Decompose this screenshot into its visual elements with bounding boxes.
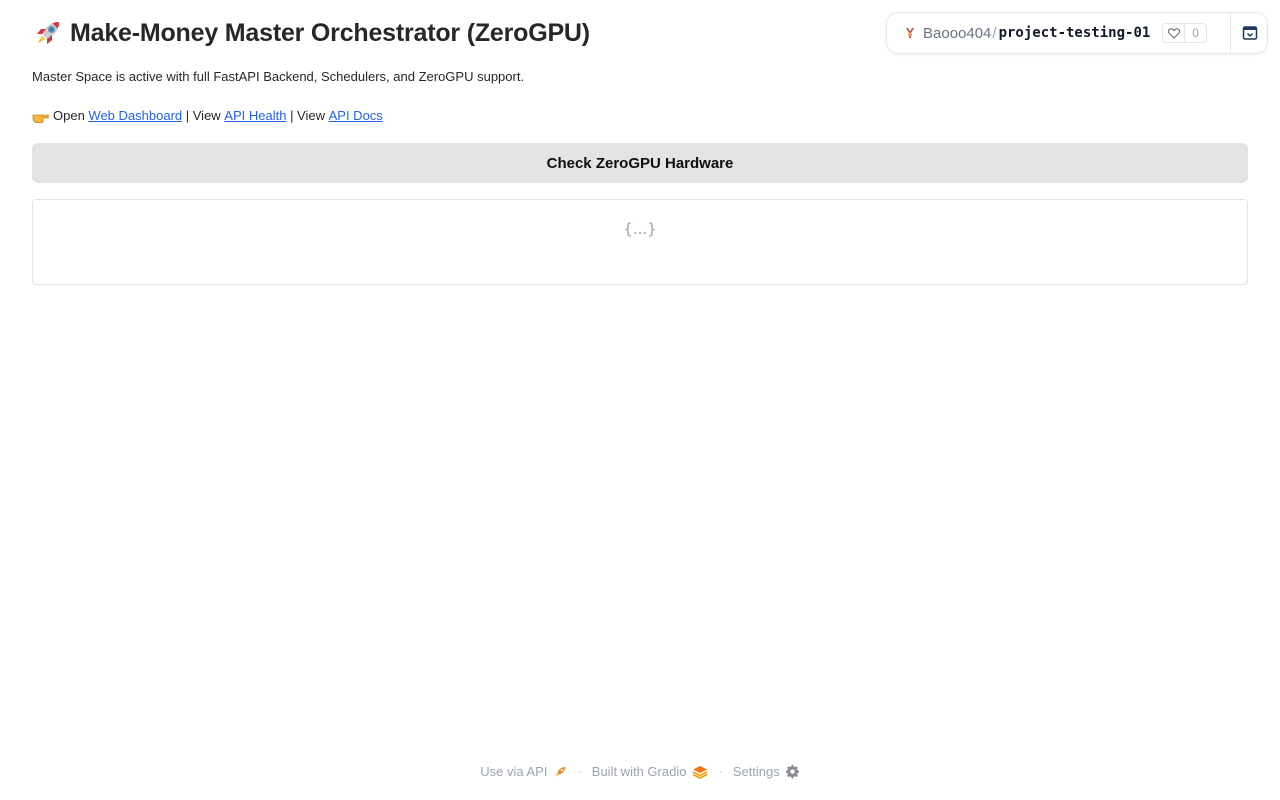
- web-dashboard-link[interactable]: Web Dashboard: [88, 107, 182, 125]
- footer-separator: ·: [718, 764, 723, 779]
- links-line: Open Web Dashboard | View API Health | V…: [32, 107, 383, 125]
- separator-text: | View: [182, 108, 225, 123]
- page-title-text: Make-Money Master Orchestrator (ZeroGPU): [70, 19, 590, 47]
- open-text: Open: [53, 108, 89, 123]
- collapse-icon: [1242, 26, 1257, 40]
- space-repo-link[interactable]: project-testing-01: [999, 25, 1151, 41]
- footer-separator: ·: [577, 764, 582, 779]
- settings-link[interactable]: Settings: [733, 764, 800, 779]
- rocket-small-icon: [555, 766, 566, 776]
- api-docs-link[interactable]: API Docs: [329, 107, 383, 125]
- description-text: Master Space is active with full FastAPI…: [32, 69, 525, 84]
- like-count: 0: [1192, 26, 1199, 40]
- heart-icon: [1163, 24, 1186, 42]
- check-zerogpu-button[interactable]: Check ZeroGPU Hardware: [32, 143, 1248, 183]
- page-title: Make-Money Master Orchestrator (ZeroGPU): [32, 16, 590, 50]
- footer: Use via API · Built with Gradio · Settin…: [0, 764, 1280, 779]
- space-owner-link[interactable]: Baooo404: [923, 25, 991, 42]
- gradio-app: Make-Money Master Orchestrator (ZeroGPU)…: [0, 0, 1280, 800]
- gear-icon: [785, 764, 799, 778]
- api-health-link[interactable]: API Health: [224, 107, 286, 125]
- gradio-logo-icon: [693, 765, 708, 779]
- settings-label: Settings: [732, 764, 780, 779]
- rocket-icon: [37, 22, 59, 44]
- separator-text: | View: [286, 108, 329, 123]
- collapse-header-button[interactable]: [1231, 13, 1268, 53]
- space-header-badge: Baooo404 / project-testing-01 0: [886, 12, 1268, 54]
- json-placeholder: {...}: [623, 220, 657, 238]
- owner-avatar-icon: [906, 28, 914, 38]
- built-with-gradio-label: Built with Gradio: [591, 764, 687, 779]
- like-button[interactable]: 0: [1162, 23, 1207, 43]
- use-via-api-link[interactable]: Use via API: [480, 764, 567, 779]
- use-via-api-label: Use via API: [480, 764, 548, 779]
- json-output-panel: {...}: [32, 199, 1248, 285]
- built-with-gradio-link[interactable]: Built with Gradio: [592, 764, 709, 779]
- pointing-hand-icon: [32, 114, 49, 123]
- owner-repo-separator: /: [992, 24, 997, 42]
